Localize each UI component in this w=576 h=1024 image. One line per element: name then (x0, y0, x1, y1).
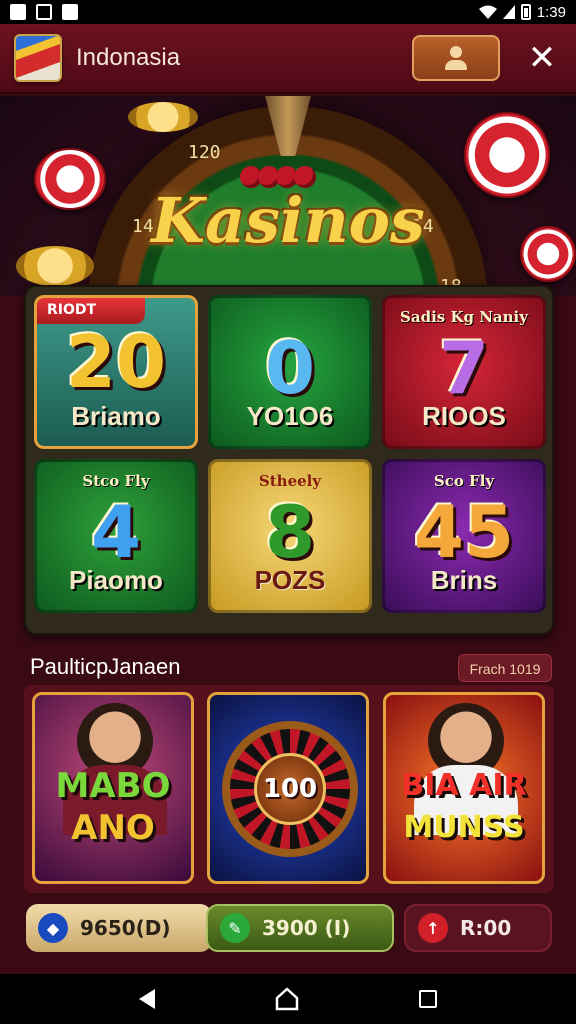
promo-grid: RIODT 20 Briamo 0 YO1O6 Sadis Kg Naniy 7… (24, 285, 554, 635)
promo-caption: Sco Fly (433, 472, 495, 490)
promo-tile[interactable]: Sco Fly 45 Brins (382, 459, 546, 613)
system-status: 1:39 (478, 3, 566, 21)
balance-value: R:00 (460, 916, 512, 940)
profile-button[interactable] (412, 35, 500, 81)
promo-caption: Stco Fly (82, 472, 150, 490)
app-icon (62, 4, 78, 20)
status-bar: 1:39 (0, 0, 576, 24)
back-icon[interactable] (139, 989, 156, 1009)
featured-game-card[interactable]: MABO ANO (32, 692, 194, 884)
diamond-icon: ◆ (38, 913, 68, 943)
home-icon[interactable] (274, 986, 300, 1012)
page-title: Indonasia (76, 44, 181, 71)
close-button[interactable]: ✕ (522, 38, 562, 78)
promo-label: RIOOS (422, 401, 506, 431)
balance-value: 3900 (I) (262, 916, 351, 940)
notification-icons (10, 4, 78, 20)
clock: 1:39 (536, 3, 566, 21)
photo-icon (36, 4, 52, 20)
signal-icon (502, 5, 515, 19)
balance-pill[interactable]: ✎ 3900 (I) (206, 904, 394, 952)
featured-game-card[interactable]: BIA AIR MUNSS (383, 692, 545, 884)
promo-label: Briamo (71, 401, 161, 431)
promo-label: Piaomo (69, 565, 163, 595)
user-icon (442, 44, 470, 72)
promo-value: 45 (413, 490, 515, 574)
promo-label: YO1O6 (246, 401, 334, 431)
promo-value: 20 (65, 320, 167, 404)
game-title: BIA AIR MUNSS (386, 765, 542, 849)
section-title: PaulticpJanaen (30, 654, 181, 679)
promo-value: 4 (90, 490, 142, 574)
promo-tile[interactable]: 0 YO1O6 (208, 295, 372, 449)
game-title-line: MUNSS (403, 810, 525, 845)
roulette-icon: 100 (222, 721, 358, 857)
balance-pill[interactable]: ↑ R:00 (404, 904, 552, 952)
balance-pill[interactable]: ◆ 9650(D) (26, 904, 212, 952)
game-title: MABO ANO (35, 765, 191, 849)
hero-title: Kasinos (151, 184, 425, 257)
promo-value: 0 (264, 326, 316, 410)
promo-caption: Sadis Kg Naniy (400, 308, 528, 326)
promo-tile[interactable]: Sadis Kg Naniy 7 RIOOS (382, 295, 546, 449)
game-title-line: BIA AIR (401, 768, 527, 803)
promo-caption: Stheely (258, 472, 322, 490)
promo-tile[interactable]: Stco Fly 4 Piaomo (34, 459, 198, 613)
coin-icon (128, 102, 198, 132)
balance-value: 9650(D) (80, 916, 171, 940)
promo-tile[interactable]: Stheely 8 POZS (208, 459, 372, 613)
promo-value: 7 (438, 326, 490, 410)
promo-label: Brins (430, 565, 498, 595)
section-link-button[interactable]: Frach 1019 (458, 654, 552, 682)
featured-game-card[interactable]: 100 (207, 692, 369, 884)
ticket-icon: ↑ (418, 913, 448, 943)
app-header: Indonasia ✕ (0, 24, 576, 94)
promo-value: 8 (264, 490, 316, 574)
game-title-line: MABO (55, 766, 171, 806)
hero-banner[interactable]: 120 14 24 10 18 Kasinos (0, 96, 576, 296)
wifi-icon (478, 5, 497, 19)
game-title-line: ANO (71, 808, 155, 848)
notification-icon (10, 4, 26, 20)
flag-icon[interactable] (14, 34, 62, 82)
roulette-value: 100 (254, 753, 326, 825)
battery-icon (520, 4, 531, 20)
wheel-number: 120 (188, 142, 221, 163)
close-icon: ✕ (527, 38, 557, 78)
gem-icon: ✎ (220, 913, 250, 943)
promo-tile[interactable]: RIODT 20 Briamo (34, 295, 198, 449)
navigation-bar (0, 974, 576, 1024)
promo-label: POZS (254, 565, 326, 595)
recents-icon[interactable] (418, 990, 437, 1008)
